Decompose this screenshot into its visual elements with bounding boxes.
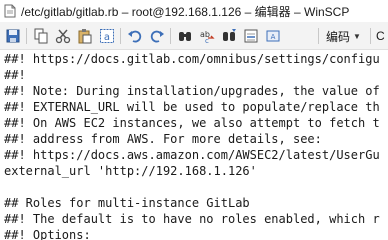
svg-text:a: a xyxy=(104,32,110,43)
window-title: /etc/gitlab/gitlab.rb – root@192.168.1.1… xyxy=(21,4,350,19)
save-icon[interactable] xyxy=(4,27,22,45)
toolbar-separator xyxy=(170,28,171,44)
toolbar-separator xyxy=(120,28,121,44)
copy-icon[interactable] xyxy=(32,27,50,45)
replace-icon[interactable]: ab c xyxy=(198,27,216,45)
editor-line: ##! Note: During installation/upgrades, … xyxy=(4,84,380,98)
editor-line: ##! Options: xyxy=(4,228,91,240)
editor-line: external_url 'http://192.168.1.126' xyxy=(4,164,257,178)
goto-line-icon[interactable] xyxy=(242,27,260,45)
cut-icon[interactable] xyxy=(54,27,72,45)
find-icon[interactable] xyxy=(176,27,194,45)
paste-icon[interactable] xyxy=(76,27,94,45)
document-icon xyxy=(3,4,17,18)
toolbar-separator xyxy=(318,28,319,44)
toolbar-separator xyxy=(26,28,27,44)
editor-line: ##! https://docs.gitlab.com/omnibus/sett… xyxy=(4,52,380,66)
chevron-down-icon: ▼ xyxy=(353,31,361,41)
redo-icon[interactable] xyxy=(148,27,166,45)
editor-line: ##! https://docs.aws.amazon.com/AWSEC2/l… xyxy=(4,148,380,162)
editor-toolbar: a ab c A 编码 ▼ C xyxy=(0,22,388,50)
editor-line: ##! EXTERNAL_URL will be used to populat… xyxy=(4,100,380,114)
svg-text:A: A xyxy=(271,33,276,41)
editor-line: ##! On AWS EC2 instances, we also attemp… xyxy=(4,116,380,130)
toolbar-overflow-label: C xyxy=(376,29,385,43)
editor-line: ## Roles for multi-instance GitLab xyxy=(4,196,250,210)
svg-text:c: c xyxy=(205,37,209,44)
find-next-icon[interactable] xyxy=(220,27,238,45)
encoding-label: 编码 xyxy=(326,29,351,44)
editor-line: ##! xyxy=(4,68,26,82)
text-editor[interactable]: ##! https://docs.gitlab.com/omnibus/sett… xyxy=(0,50,388,240)
toolbar-overflow-button[interactable]: C xyxy=(376,27,385,45)
encoding-dropdown[interactable]: 编码 ▼ xyxy=(326,27,361,45)
undo-icon[interactable] xyxy=(126,27,144,45)
editor-line: ##! The default is to have no roles enab… xyxy=(4,212,380,226)
editor-line: ##! address from AWS. For more details, … xyxy=(4,132,322,146)
encoding-icon[interactable]: A xyxy=(264,27,282,45)
toolbar-separator xyxy=(370,28,371,44)
title-bar: /etc/gitlab/gitlab.rb – root@192.168.1.1… xyxy=(0,0,388,22)
select-all-icon[interactable]: a xyxy=(98,27,116,45)
